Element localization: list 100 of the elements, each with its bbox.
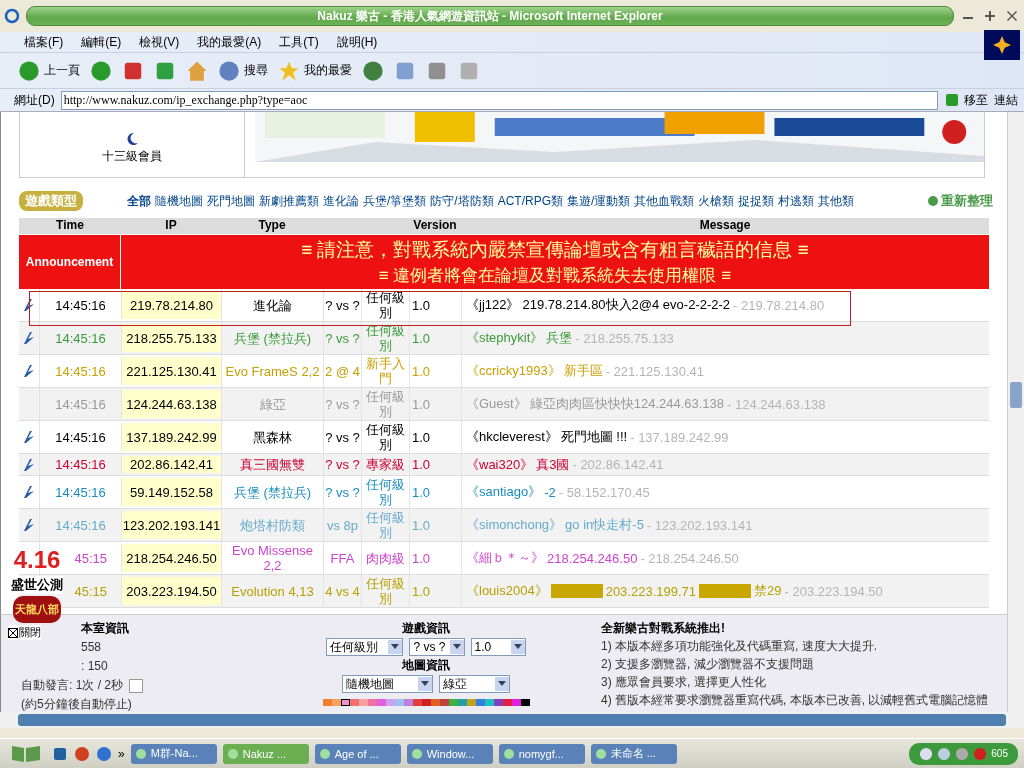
horizontal-scrollbar[interactable]	[0, 712, 1024, 728]
color-swatch[interactable]	[394, 699, 404, 706]
favorites-button[interactable]: 我的最愛	[278, 59, 352, 82]
dropdown[interactable]: 任何級別	[326, 638, 404, 656]
category-link[interactable]: 其他血戰類	[634, 192, 695, 210]
mode-cell: ? vs ?	[323, 289, 361, 321]
category-link[interactable]: 兵堡/箏堡類	[363, 192, 427, 210]
app-icon	[410, 747, 423, 760]
tray-icon[interactable]	[937, 746, 952, 761]
dropdown[interactable]: ? vs ?	[409, 638, 465, 656]
color-swatch[interactable]	[322, 699, 332, 706]
dropdown[interactable]: 1.0	[470, 638, 526, 656]
color-swatch[interactable]	[358, 699, 368, 706]
color-swatch[interactable]	[385, 699, 395, 706]
sender-ip: - 218.255.75.133	[575, 330, 674, 346]
tray-icon[interactable]	[973, 746, 988, 761]
dropdown[interactable]: 隨機地圖	[342, 675, 433, 693]
links-label[interactable]: 連結	[994, 91, 1018, 109]
mode-cell: ? vs ?	[323, 454, 361, 475]
category-link[interactable]: 火槍類	[698, 192, 735, 210]
category-link[interactable]: 集遊/運動類	[567, 192, 631, 210]
category-link[interactable]: 新劇推薦類	[259, 192, 319, 210]
address-field[interactable]: http://www.nakuz.com/ip_exchange.php?type=aoc	[60, 90, 938, 110]
level-cell: 任何級別	[361, 476, 409, 508]
go-button[interactable]: 移至	[944, 91, 988, 109]
category-link[interactable]: 隨機地圖	[155, 192, 203, 210]
dropdown[interactable]: 綠亞	[439, 675, 510, 693]
more-button[interactable]: »	[118, 746, 125, 761]
menu-item[interactable]: 說明(H)	[336, 33, 378, 51]
close-button[interactable]	[1007, 11, 1017, 21]
user-name[interactable]: 《wai320》	[466, 455, 534, 474]
user-name[interactable]: 《jj122》	[466, 296, 520, 314]
color-swatch[interactable]	[412, 699, 422, 706]
category-link[interactable]: ACT/RPG類	[497, 192, 564, 210]
column-header: Type	[257, 218, 287, 234]
address-label: 網址(D)	[14, 91, 55, 109]
ad-subline: 盛世公測	[11, 576, 63, 594]
taskbar-button[interactable]: Age of ...	[314, 743, 401, 764]
auto-post-note: (約5分鐘後自動停止)	[21, 697, 133, 712]
taskbar-button[interactable]: 未命名 ...	[590, 743, 677, 764]
color-swatch[interactable]	[520, 699, 530, 706]
sender-ip: - 219.78.214.80	[733, 297, 825, 313]
vertical-scrollbar[interactable]	[1007, 112, 1024, 712]
color-swatch[interactable]	[493, 699, 503, 706]
color-swatch[interactable]	[331, 699, 341, 706]
search-button[interactable]: 搜尋	[218, 59, 268, 82]
taskbar-button[interactable]: nomygf...	[498, 743, 585, 764]
menu-item[interactable]: 我的最愛(A)	[197, 33, 262, 51]
window-title: Nakuz 樂古 - 香港人氣網遊資訊站 - Microsoft Internet Explorer	[26, 6, 954, 26]
color-swatch[interactable]	[349, 699, 359, 706]
color-swatch[interactable]	[511, 699, 521, 706]
user-name[interactable]: 《細ｂ＊～》	[466, 549, 544, 567]
category-link[interactable]: 捉捉類	[738, 192, 775, 210]
color-swatch[interactable]	[457, 699, 467, 706]
color-swatch[interactable]	[367, 699, 377, 706]
close-ad-button[interactable]: 關閉	[8, 625, 41, 640]
color-swatch[interactable]	[475, 699, 485, 706]
news-item: 2) 支援多瀏覽器, 減少瀏覽器不支援問題	[601, 657, 815, 672]
taskbar-button[interactable]: M群-Na...	[130, 743, 217, 764]
color-swatch[interactable]	[340, 699, 350, 706]
category-link[interactable]: 其他類	[818, 192, 855, 210]
home-icon[interactable]	[186, 59, 208, 82]
level-cell: 肉肉級	[361, 542, 409, 574]
news-title: 全新樂古對戰系統推出!	[601, 621, 726, 636]
mode-cell: ? vs ?	[323, 421, 361, 453]
category-link[interactable]: 進化論	[323, 192, 359, 210]
color-swatch[interactable]	[376, 699, 386, 706]
menu-item[interactable]: 編輯(E)	[81, 33, 122, 51]
menu-item[interactable]: 工具(T)	[279, 33, 319, 51]
menu-item[interactable]: 檢視(V)	[139, 33, 180, 51]
ip-cell: 137.189.242.99	[121, 423, 221, 451]
auto-post-checkbox[interactable]	[129, 678, 144, 693]
type-cell: Evo FrameS 2,2	[221, 355, 323, 387]
category-link[interactable]: 村逃類	[778, 192, 815, 210]
version-cell: 1.0	[409, 421, 461, 453]
user-name[interactable]: 《hkcleverest》	[466, 428, 558, 446]
news-item: 1) 本版本經多項功能強化及代碼重寫, 速度大大提升.	[601, 639, 878, 654]
back-button[interactable]: 上一頁	[18, 59, 80, 82]
category-link[interactable]: 死門地圖	[207, 192, 255, 210]
taskbar-button[interactable]: Window...	[406, 743, 493, 764]
color-swatch[interactable]	[430, 699, 440, 706]
color-swatch[interactable]	[484, 699, 494, 706]
category-link[interactable]: 防守/塔防類	[430, 192, 494, 210]
color-swatch[interactable]	[403, 699, 413, 706]
member-level: 十三級會員	[101, 148, 162, 165]
menu-item[interactable]: 檔案(F)	[24, 33, 64, 51]
tray-icon[interactable]	[919, 746, 934, 761]
category-link[interactable]: 全部	[127, 192, 151, 210]
color-swatch[interactable]	[502, 699, 512, 706]
color-swatch[interactable]	[448, 699, 458, 706]
color-swatch[interactable]	[466, 699, 476, 706]
type-cell: Evolution 4,13	[221, 575, 323, 607]
refresh-button[interactable]: 重新整理	[927, 192, 993, 210]
color-swatch[interactable]	[439, 699, 449, 706]
color-swatch[interactable]	[421, 699, 431, 706]
column-header: Time	[55, 218, 85, 234]
message-text: 禁29	[754, 582, 782, 600]
maximize-button[interactable]	[985, 11, 995, 21]
user-name[interactable]: 《santiago》	[466, 483, 542, 501]
tray-icon[interactable]	[955, 746, 970, 761]
